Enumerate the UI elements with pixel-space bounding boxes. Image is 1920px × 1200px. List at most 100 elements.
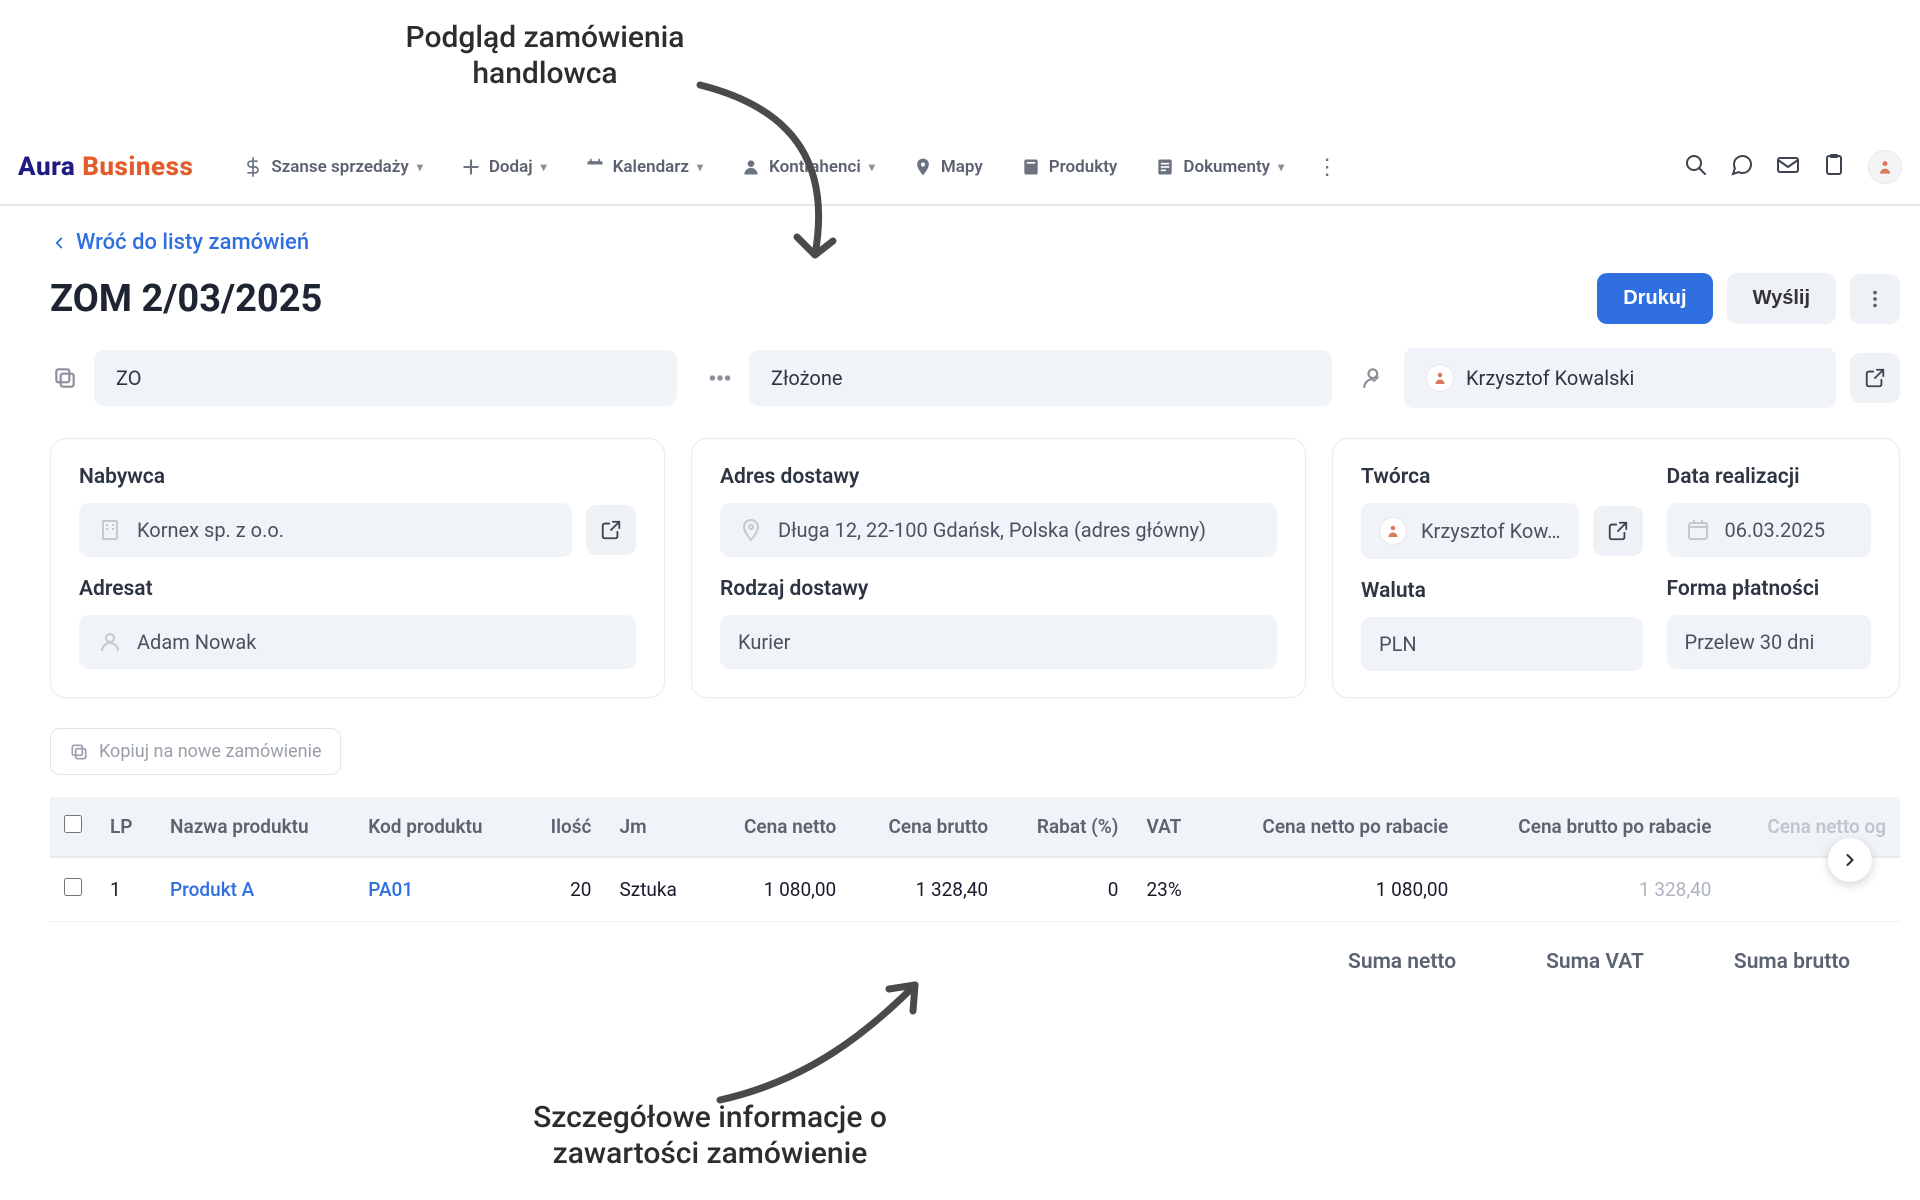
cell-vat: 23%: [1132, 857, 1207, 922]
nav-items: Szanse sprzedaży ▾ Dodaj ▾ Kalendarz ▾ K…: [229, 149, 1676, 185]
top-nav: Aura Business Szanse sprzedaży ▾ Dodaj ▾…: [0, 130, 1920, 206]
select-all-checkbox[interactable]: [64, 815, 82, 833]
copy-button-label: Kopiuj na nowe zamówienie: [99, 741, 322, 762]
nav-item-maps[interactable]: Mapy: [899, 149, 997, 185]
creator-value: Krzysztof Kow…: [1421, 519, 1561, 543]
cell-lp: 1: [96, 857, 156, 922]
nav-item-documents[interactable]: Dokumenty ▾: [1141, 149, 1298, 185]
copy-outline-icon: [69, 742, 89, 762]
calendar-icon: [585, 157, 605, 177]
delivery-kind-value: Kurier: [738, 630, 790, 654]
cell-netto-after: 1 080,00: [1208, 857, 1463, 922]
nav-item-add[interactable]: Dodaj ▾: [447, 149, 561, 185]
currency-value: PLN: [1379, 632, 1417, 656]
annotation-top: Podgląd zamówienia handlowca: [380, 20, 710, 92]
table-row[interactable]: 1 Produkt A PA01 20 Sztuka 1 080,00 1 32…: [50, 857, 1900, 922]
open-external-button[interactable]: [1850, 353, 1900, 403]
creator-field[interactable]: Krzysztof Kow…: [1361, 503, 1579, 559]
total-vat-label: Suma VAT: [1546, 950, 1644, 974]
assignee-icon: [1360, 363, 1390, 393]
clipboard-icon[interactable]: [1822, 153, 1846, 181]
page-title: ZOM 2/03/2025: [50, 277, 322, 321]
print-button[interactable]: Drukuj: [1597, 273, 1712, 324]
col-brutto: Cena brutto: [850, 797, 1002, 857]
doc-type-field[interactable]: ZO: [94, 350, 677, 406]
info-cards: Nabywca Kornex sp. z o.o. Adresat Adam N…: [50, 438, 1900, 698]
brand-logo: Aura Business: [18, 152, 193, 182]
brand-part1: Aura: [18, 152, 75, 182]
annotation-arrow-bottom: [690, 970, 950, 1110]
scroll-right-button[interactable]: [1828, 838, 1872, 882]
creator-avatar-icon: [1379, 517, 1407, 545]
person-outline-icon: [97, 629, 123, 655]
date-value: 06.03.2025: [1725, 518, 1825, 542]
currency-label: Waluta: [1361, 579, 1643, 603]
nav-label: Dokumenty: [1183, 157, 1270, 177]
products-section: Kopiuj na nowe zamówienie LP Nazwa produ…: [50, 728, 1900, 974]
nav-more-button[interactable]: ⋮: [1308, 151, 1346, 184]
row-checkbox[interactable]: [64, 878, 82, 896]
product-code-link[interactable]: PA01: [368, 878, 413, 901]
nav-right: [1684, 150, 1902, 184]
cell-netto: 1 080,00: [707, 857, 850, 922]
status-group: Złożone: [705, 350, 1332, 406]
meta-card: Twórca Krzysztof Kow… Waluta: [1332, 438, 1900, 698]
buyer-open-button[interactable]: [586, 505, 636, 555]
col-vat: VAT: [1132, 797, 1207, 857]
pin-outline-icon: [738, 517, 764, 543]
col-code: Kod produktu: [354, 797, 523, 857]
mail-icon[interactable]: [1776, 153, 1800, 181]
total-netto-label: Suma netto: [1348, 950, 1456, 974]
cell-unit: Sztuka: [605, 857, 707, 922]
nav-item-products[interactable]: Produkty: [1007, 149, 1132, 185]
buyer-field[interactable]: Kornex sp. z o.o.: [79, 503, 572, 557]
addressee-field[interactable]: Adam Nowak: [79, 615, 636, 669]
delivery-kind-field[interactable]: Kurier: [720, 615, 1277, 669]
payment-field[interactable]: Przelew 30 dni: [1667, 615, 1871, 669]
status-field[interactable]: Złożone: [749, 350, 1332, 406]
nav-label: Kalendarz: [613, 157, 689, 177]
more-actions-button[interactable]: [1850, 274, 1900, 324]
dollar-icon: [243, 157, 263, 177]
plus-icon: [461, 157, 481, 177]
copy-to-new-order-button[interactable]: Kopiuj na nowe zamówienie: [50, 728, 341, 775]
payment-label: Forma płatności: [1667, 577, 1871, 601]
product-link[interactable]: Produkt A: [170, 878, 254, 901]
delivery-address-label: Adres dostawy: [720, 465, 1277, 489]
col-lp: LP: [96, 797, 156, 857]
send-button[interactable]: Wyślij: [1727, 273, 1836, 324]
chat-icon[interactable]: [1730, 153, 1754, 181]
user-avatar[interactable]: [1868, 150, 1902, 184]
col-unit: Jm: [605, 797, 707, 857]
buyer-value: Kornex sp. z o.o.: [137, 518, 284, 542]
col-netto: Cena netto: [707, 797, 850, 857]
total-brutto-label: Suma brutto: [1734, 950, 1850, 974]
chevron-right-icon: [1840, 850, 1860, 870]
search-icon[interactable]: [1684, 153, 1708, 181]
cell-brutto: 1 328,40: [850, 857, 1002, 922]
annotation-bottom: Szczegółowe informacje o zawartości zamó…: [500, 1100, 920, 1172]
currency-field[interactable]: PLN: [1361, 617, 1643, 671]
col-qty: Ilość: [524, 797, 606, 857]
addressee-label: Adresat: [79, 577, 636, 601]
delivery-address-field[interactable]: Długa 12, 22-100 Gdańsk, Polska (adres g…: [720, 503, 1277, 557]
delivery-kind-label: Rodzaj dostawy: [720, 577, 1277, 601]
assignee-field[interactable]: Krzysztof Kowalski: [1404, 348, 1836, 408]
buyer-card: Nabywca Kornex sp. z o.o. Adresat Adam N…: [50, 438, 665, 698]
back-link[interactable]: Wróć do listy zamówień: [50, 230, 1900, 255]
col-brutto-after: Cena brutto po rabacie: [1462, 797, 1725, 857]
order-meta-row: ZO Złożone Krzysztof Kowalski: [50, 348, 1900, 408]
nav-label: Szanse sprzedaży: [271, 157, 409, 177]
date-field[interactable]: 06.03.2025: [1667, 503, 1871, 557]
nav-label: Dodaj: [489, 157, 533, 177]
nav-item-sales[interactable]: Szanse sprzedaży ▾: [229, 149, 437, 185]
book-icon: [1021, 157, 1041, 177]
back-link-label: Wróć do listy zamówień: [76, 230, 309, 255]
buyer-label: Nabywca: [79, 465, 636, 489]
building-icon: [97, 517, 123, 543]
cell-qty: 20: [524, 857, 606, 922]
creator-open-button[interactable]: [1593, 506, 1643, 556]
products-table: LP Nazwa produktu Kod produktu Ilość Jm …: [50, 797, 1900, 922]
addressee-value: Adam Nowak: [137, 630, 256, 654]
brand-part2: Business: [82, 152, 193, 182]
